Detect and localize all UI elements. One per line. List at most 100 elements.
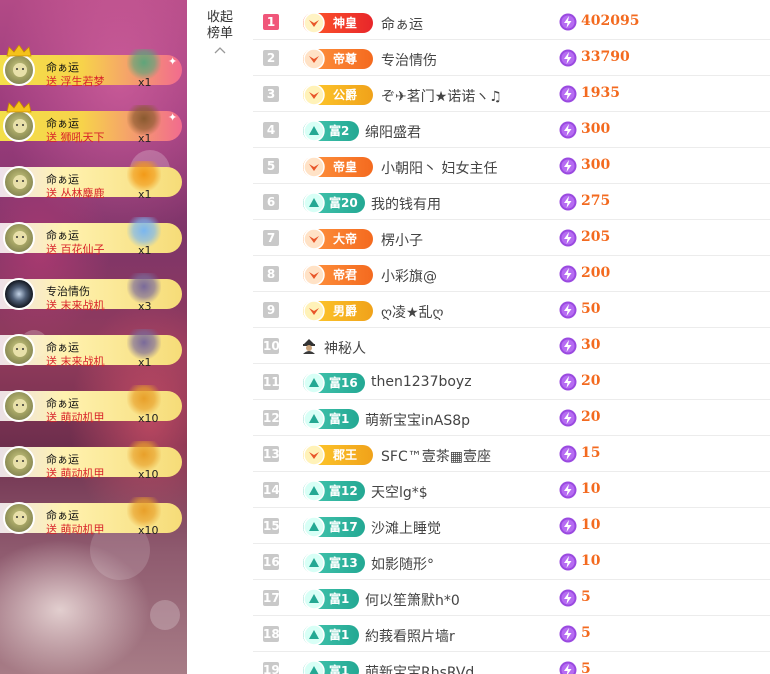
user-name[interactable]: then1237boyz	[371, 374, 472, 390]
fighter-jet-gift-icon	[127, 329, 161, 359]
rank-row[interactable]: 15 富17 沙滩上睡觉 10	[253, 508, 770, 544]
collapse-ranking-button[interactable]: 收起榜单	[187, 10, 253, 54]
rank-row[interactable]: 11 富16 then1237boyz 20	[253, 364, 770, 400]
rank-badge: 神皇	[303, 12, 373, 34]
lightning-currency-icon	[559, 409, 577, 427]
lightning-currency-icon	[559, 121, 577, 139]
lightning-currency-icon	[559, 337, 577, 355]
rank-row[interactable]: 3 公爵 ぞ✈茗门★诺诺ヽ♫ 1935	[253, 76, 770, 112]
rank-row[interactable]: 17 富1 何以笙箫默h*0 5	[253, 580, 770, 616]
user-name[interactable]: 命ぁ运	[381, 14, 423, 34]
rank-row[interactable]: 12 富1 萌新宝宝inAS8p 20	[253, 400, 770, 436]
contribution-score: 275	[581, 193, 611, 209]
user-name[interactable]: 小彩旗@	[381, 266, 437, 286]
user-name[interactable]: 我的钱有用	[371, 194, 441, 214]
avatar[interactable]	[3, 54, 35, 86]
rank-row[interactable]: 6 富20 我的钱有用 275	[253, 184, 770, 220]
bokeh-light	[150, 600, 180, 630]
rank-badge: 富12	[303, 480, 365, 502]
rank-row[interactable]: 13 郡王 SFC™壹茶▦壹座 15	[253, 436, 770, 472]
avatar-face	[13, 399, 27, 413]
badge-emblem-icon	[303, 300, 325, 322]
rank-badge-label: 富1	[329, 628, 350, 642]
user-name[interactable]: 小朝阳丶 妇女主任	[381, 158, 497, 178]
rank-row[interactable]: 16 富13 如影随形° 10	[253, 544, 770, 580]
rank-badge: 富2	[303, 120, 359, 142]
contribution-score: 402095	[581, 13, 640, 29]
rank-number: 3	[263, 86, 279, 102]
rank-badge-label: 神皇	[333, 16, 358, 30]
user-name[interactable]: 神秘人	[324, 338, 366, 358]
badge-emblem-icon	[303, 12, 325, 34]
user-name[interactable]: 約莪看照片墙r	[365, 626, 455, 646]
badge-emblem-icon	[303, 228, 325, 250]
rank-row[interactable]: 14 富12 天空lg*$ 10	[253, 472, 770, 508]
user-name[interactable]: ぞ✈茗门★诺诺ヽ♫	[381, 86, 502, 106]
user-name[interactable]: 萌新宝宝inAS8p	[365, 410, 470, 430]
rank-row[interactable]: 5 帝皇 小朝阳丶 妇女主任 300	[253, 148, 770, 184]
rank-badge: 富1	[303, 408, 359, 430]
rank-badge-label: 帝尊	[333, 52, 358, 66]
avatar[interactable]	[3, 166, 35, 198]
gift-count: x3	[138, 300, 152, 313]
rank-row[interactable]: 9 男爵 ღ凌★乱ღ 50	[253, 292, 770, 328]
gift-count: x1	[138, 76, 152, 89]
rank-badge-label: 富16	[329, 376, 358, 390]
rank-badge: 富1	[303, 660, 359, 674]
rank-row[interactable]: 18 富1 約莪看照片墙r 5	[253, 616, 770, 652]
avatar[interactable]	[3, 446, 35, 478]
contribution-score: 30	[581, 337, 601, 353]
rank-number: 6	[263, 194, 279, 210]
avatar[interactable]	[3, 334, 35, 366]
user-name[interactable]: 专治情伤	[381, 50, 437, 70]
rank-row[interactable]: 4 富2 绵阳盛君 300	[253, 112, 770, 148]
rank-badge: 男爵	[303, 300, 373, 322]
avatar-face	[13, 175, 27, 189]
lightning-currency-icon	[559, 49, 577, 67]
contribution-score: 50	[581, 301, 601, 317]
gift-message: 命ぁ运送 狮吼天下 x1 ✦	[0, 101, 187, 147]
avatar[interactable]	[3, 222, 35, 254]
user-name[interactable]: 沙滩上睡觉	[371, 518, 441, 538]
lightning-currency-icon	[559, 85, 577, 103]
rank-row[interactable]: 8 帝君 小彩旗@ 200	[253, 256, 770, 292]
avatar[interactable]	[3, 278, 35, 310]
rank-number: 12	[263, 410, 280, 426]
badge-emblem-icon	[303, 84, 325, 106]
badge-emblem-icon	[303, 660, 325, 674]
rank-badge: 帝皇	[303, 156, 373, 178]
gift-message: 专治情伤送 末来战机 x3	[0, 273, 187, 315]
user-name[interactable]: 萌新宝宝RhsRVd	[365, 662, 474, 674]
badge-emblem-icon	[303, 516, 325, 538]
badge-emblem-icon	[303, 444, 325, 466]
contribution-score: 300	[581, 121, 611, 137]
user-name[interactable]: 如影随形°	[371, 554, 434, 574]
user-name[interactable]: 绵阳盛君	[365, 122, 421, 142]
gift-message: 命ぁ运送 萌动机甲 x10	[0, 385, 187, 427]
contribution-score: 300	[581, 157, 611, 173]
avatar[interactable]	[3, 502, 35, 534]
badge-emblem-icon	[303, 552, 325, 574]
rank-badge: 公爵	[303, 84, 373, 106]
rank-row[interactable]: 7 大帝 楞小子 205	[253, 220, 770, 256]
rank-row[interactable]: 19 富1 萌新宝宝RhsRVd 5	[253, 652, 770, 674]
rank-row[interactable]: 10 神秘人 30	[253, 328, 770, 364]
lightning-currency-icon	[559, 13, 577, 31]
badge-emblem-icon	[303, 624, 325, 646]
user-name[interactable]: SFC™壹茶▦壹座	[381, 446, 491, 466]
rank-badge-label: 富17	[329, 520, 358, 534]
contribution-score: 5	[581, 661, 591, 674]
rank-badge-label: 男爵	[333, 304, 358, 318]
gift-count: x1	[138, 244, 152, 257]
user-name[interactable]: ღ凌★乱ღ	[381, 302, 444, 322]
user-name[interactable]: 何以笙箫默h*0	[365, 590, 460, 610]
avatar[interactable]	[3, 110, 35, 142]
badge-emblem-icon	[303, 120, 325, 142]
lightning-currency-icon	[559, 625, 577, 643]
user-name[interactable]: 天空lg*$	[371, 482, 428, 502]
rank-row[interactable]: 1 神皇 命ぁ运 402095	[253, 4, 770, 40]
dreamland-gift-icon	[127, 49, 161, 79]
avatar[interactable]	[3, 390, 35, 422]
rank-row[interactable]: 2 帝尊 专治情伤 33790	[253, 40, 770, 76]
user-name[interactable]: 楞小子	[381, 230, 423, 250]
